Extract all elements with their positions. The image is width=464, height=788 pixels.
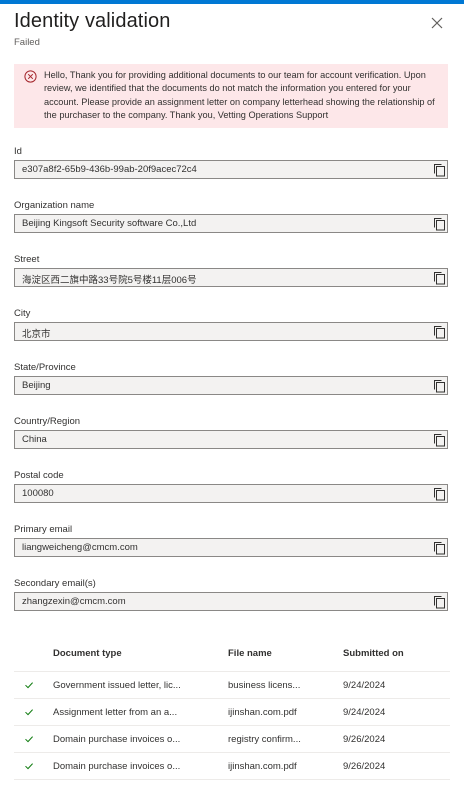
checkmark-icon	[24, 680, 34, 690]
copy-icon[interactable]	[433, 379, 446, 393]
copy-icon[interactable]	[433, 433, 446, 447]
table-row[interactable]: Domain purchase invoices o... registry co…	[14, 726, 450, 753]
copy-icon[interactable]	[433, 595, 446, 609]
field-value: 海淀区西二旗中路33号院5号楼11层006号	[22, 275, 197, 286]
table-row[interactable]: Domain purchase invoices o... ijinshan.co…	[14, 753, 450, 780]
top-accent-bar	[0, 0, 464, 4]
table-row[interactable]: Assignment letter from an a... ijinshan.c…	[14, 699, 450, 726]
field-label: Country/Region	[14, 416, 81, 427]
document-type-cell: Domain purchase invoices o...	[53, 734, 181, 745]
copy-icon[interactable]	[433, 325, 446, 339]
field-value: Beijing	[22, 380, 51, 391]
status-text: Failed	[14, 37, 40, 48]
close-icon[interactable]	[428, 14, 446, 32]
field-value: 北京市	[22, 329, 51, 340]
field-value: e307a8f2-65b9-436b-99ab-20f9acec72c4	[22, 164, 197, 175]
copy-icon[interactable]	[433, 217, 446, 231]
error-message-bar: Hello, Thank you for providing additiona…	[14, 64, 448, 128]
field-label: City	[14, 308, 31, 319]
field-label: Organization name	[14, 200, 95, 211]
field-value: liangweicheng@cmcm.com	[22, 542, 138, 553]
error-message-text: Hello, Thank you for providing additiona…	[44, 70, 435, 121]
read-only-field[interactable]: China	[14, 430, 448, 449]
document-type-cell: Government issued letter, lic...	[53, 680, 181, 691]
submitted-on-cell: 9/26/2024	[343, 734, 386, 745]
submitted-on-cell: 9/24/2024	[343, 680, 386, 691]
submitted-on-cell: 9/24/2024	[343, 707, 386, 718]
column-header-document-type[interactable]: Document type	[53, 648, 122, 659]
column-header-submitted-on[interactable]: Submitted on	[343, 648, 404, 659]
read-only-field[interactable]: 海淀区西二旗中路33号院5号楼11层006号	[14, 268, 448, 287]
read-only-field[interactable]: liangweicheng@cmcm.com	[14, 538, 448, 557]
checkmark-icon	[24, 734, 34, 744]
file-name-cell: business licens...	[228, 680, 301, 691]
document-type-cell: Domain purchase invoices o...	[53, 761, 181, 772]
column-header-file-name[interactable]: File name	[228, 648, 272, 659]
copy-icon[interactable]	[433, 541, 446, 555]
table-header-row: Document type File name Submitted on	[14, 640, 450, 672]
field-label: Street	[14, 254, 40, 265]
copy-icon[interactable]	[433, 487, 446, 501]
field-label: Primary email	[14, 524, 73, 535]
checkmark-icon	[24, 761, 34, 771]
read-only-field[interactable]: e307a8f2-65b9-436b-99ab-20f9acec72c4	[14, 160, 448, 179]
field-label: Id	[14, 146, 22, 157]
document-type-cell: Assignment letter from an a...	[53, 707, 178, 718]
field-label: Secondary email(s)	[14, 578, 96, 589]
copy-icon[interactable]	[433, 271, 446, 285]
read-only-field[interactable]: 北京市	[14, 322, 448, 341]
error-circle-icon	[24, 70, 37, 83]
field-label: State/Province	[14, 362, 76, 373]
field-value: zhangzexin@cmcm.com	[22, 596, 126, 607]
file-name-cell: ijinshan.com.pdf	[228, 761, 297, 772]
table-row[interactable]: Government issued letter, lic... business…	[14, 672, 450, 699]
read-only-field[interactable]: 100080	[14, 484, 448, 503]
field-value: Beijing Kingsoft Security software Co.,L…	[22, 218, 197, 229]
field-value: 100080	[22, 488, 54, 499]
submitted-on-cell: 9/26/2024	[343, 761, 386, 772]
checkmark-icon	[24, 707, 34, 717]
file-name-cell: registry confirm...	[228, 734, 301, 745]
read-only-field[interactable]: zhangzexin@cmcm.com	[14, 592, 448, 611]
file-name-cell: ijinshan.com.pdf	[228, 707, 297, 718]
panel-title: Identity validation	[14, 10, 171, 32]
field-value: China	[22, 434, 47, 445]
read-only-field[interactable]: Beijing Kingsoft Security software Co.,L…	[14, 214, 448, 233]
copy-icon[interactable]	[433, 163, 446, 177]
read-only-field[interactable]: Beijing	[14, 376, 448, 395]
field-label: Postal code	[14, 470, 64, 481]
